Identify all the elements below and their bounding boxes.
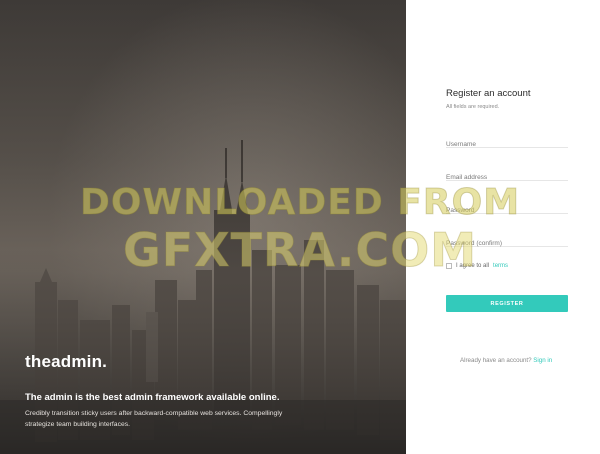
signin-prompt: Already have an account? Sign in: [460, 357, 552, 364]
form-subtitle: All fields are required.: [446, 104, 500, 110]
signin-link[interactable]: Sign in: [533, 357, 552, 364]
terms-checkbox[interactable]: [446, 263, 452, 269]
hero-panel: theadmin. The admin is the best admin fr…: [0, 0, 406, 454]
skyline-illustration: [0, 0, 406, 454]
password-field-wrapper: [446, 199, 568, 214]
hero-description: Credibly transition sticky users after b…: [25, 410, 283, 428]
terms-link[interactable]: terms: [493, 263, 508, 269]
hero-tagline: The admin is the best admin framework av…: [25, 392, 280, 403]
username-input[interactable]: [446, 141, 568, 148]
email-input[interactable]: [446, 174, 568, 181]
form-title: Register an account: [446, 88, 531, 99]
terms-label: I agree to all: [456, 263, 490, 269]
username-field-wrapper: [446, 133, 568, 148]
register-panel: Register an account All fields are requi…: [406, 0, 600, 454]
password-input[interactable]: [446, 207, 568, 214]
signin-text: Already have an account?: [460, 357, 532, 364]
terms-agreement: I agree to all terms: [446, 263, 508, 269]
password-confirm-input[interactable]: [446, 240, 568, 247]
password-confirm-field-wrapper: [446, 232, 568, 247]
email-field-wrapper: [446, 166, 568, 181]
brand-logo: theadmin.: [25, 352, 108, 371]
register-button[interactable]: REGISTER: [446, 295, 568, 312]
